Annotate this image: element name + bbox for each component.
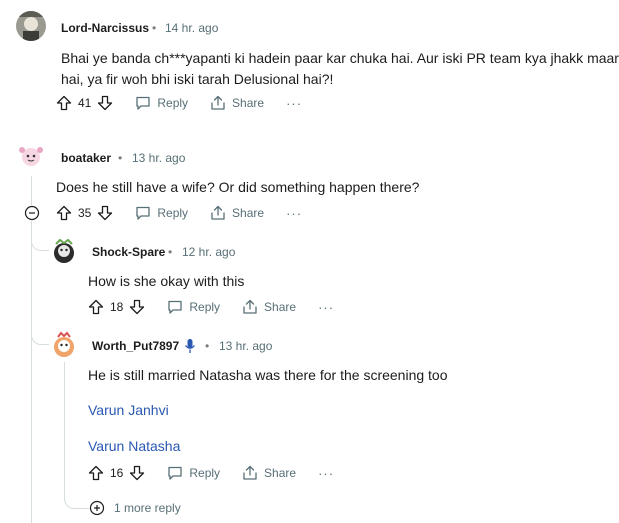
comment-actions: 41 Reply Share ··· — [56, 92, 302, 114]
upvote-icon[interactable] — [56, 95, 72, 111]
reply-button[interactable]: Reply — [135, 95, 188, 111]
more-options-button[interactable]: ··· — [318, 466, 334, 481]
more-replies-button[interactable]: 1 more reply — [89, 500, 181, 516]
separator: • — [152, 21, 157, 35]
reply-label: Reply — [157, 206, 189, 220]
comment-body: He is still married Natasha was there fo… — [88, 367, 448, 383]
reply-label: Reply — [157, 96, 189, 110]
more-options-button[interactable]: ··· — [318, 300, 334, 315]
avatar[interactable] — [49, 330, 79, 360]
upvote-icon[interactable] — [56, 205, 72, 221]
share-icon — [210, 205, 232, 221]
timestamp[interactable]: 12 hr. ago — [182, 245, 235, 259]
varun-janhvi-link[interactable]: Varun Janhvi — [88, 402, 169, 418]
vote-group: 16 — [88, 465, 145, 481]
username[interactable]: Worth_Put7897 — [92, 339, 179, 353]
reply-label: Reply — [189, 466, 221, 480]
vote-group: 35 — [56, 205, 113, 221]
more-replies-label: 1 more reply — [114, 501, 181, 515]
share-icon — [210, 95, 232, 111]
timestamp[interactable]: 13 hr. ago — [219, 339, 272, 353]
upvote-icon[interactable] — [88, 299, 104, 315]
comment-actions: 18 Reply Share ··· — [88, 296, 334, 318]
more-options-button[interactable]: ··· — [286, 96, 302, 111]
share-button[interactable]: Share — [210, 95, 264, 111]
plus-circle-icon — [89, 500, 105, 516]
avatar[interactable] — [16, 141, 46, 171]
reply-button[interactable]: Reply — [167, 299, 220, 315]
share-icon — [242, 299, 264, 315]
timestamp[interactable]: 13 hr. ago — [132, 151, 185, 165]
reply-icon — [167, 299, 189, 315]
share-label: Share — [264, 466, 297, 480]
share-label: Share — [232, 96, 265, 110]
reply-button[interactable]: Reply — [135, 205, 188, 221]
separator: • — [205, 339, 210, 353]
comment-body-line: Bhai ye banda ch***yapanti ki hadein paa… — [61, 50, 619, 66]
downvote-icon[interactable] — [129, 465, 145, 481]
thread-branch — [31, 250, 50, 345]
microphone-icon — [184, 338, 196, 359]
share-button[interactable]: Share — [242, 299, 296, 315]
username[interactable]: Shock-Spare — [92, 245, 165, 259]
comment-body: How is she okay with this — [88, 273, 245, 289]
share-button[interactable]: Share — [242, 465, 296, 481]
reply-icon — [135, 205, 157, 221]
collapse-thread-button[interactable] — [24, 205, 40, 221]
separator: • — [118, 151, 123, 165]
vote-count: 35 — [78, 206, 92, 220]
share-label: Share — [232, 206, 265, 220]
reply-icon — [135, 95, 157, 111]
separator: • — [168, 245, 173, 259]
share-label: Share — [264, 300, 297, 314]
vote-group: 18 — [88, 299, 145, 315]
vote-count: 41 — [78, 96, 92, 110]
vote-group: 41 — [56, 95, 113, 111]
varun-natasha-link[interactable]: Varun Natasha — [88, 438, 180, 454]
downvote-icon[interactable] — [129, 299, 145, 315]
comment-actions: 16 Reply Share ··· — [88, 462, 334, 484]
reply-icon — [167, 465, 189, 481]
more-options-button[interactable]: ··· — [286, 206, 302, 221]
downvote-icon[interactable] — [97, 205, 113, 221]
vote-count: 16 — [110, 466, 124, 480]
avatar[interactable] — [16, 11, 46, 41]
thread-branch — [64, 484, 89, 509]
upvote-icon[interactable] — [88, 465, 104, 481]
share-button[interactable]: Share — [210, 205, 264, 221]
comment-actions: 35 Reply Share ··· — [56, 202, 302, 224]
username[interactable]: Lord-Narcissus — [61, 21, 149, 35]
collapse-icon — [24, 205, 40, 221]
reply-label: Reply — [189, 300, 221, 314]
username[interactable]: boataker — [61, 151, 111, 165]
comment-body: Does he still have a wife? Or did someth… — [56, 179, 420, 195]
thread-line[interactable] — [64, 362, 65, 494]
reply-button[interactable]: Reply — [167, 465, 220, 481]
downvote-icon[interactable] — [97, 95, 113, 111]
timestamp[interactable]: 14 hr. ago — [165, 21, 218, 35]
comment-body-line: hai, ya fir woh bhi iski tarah Delusiona… — [61, 71, 334, 87]
vote-count: 18 — [110, 300, 124, 314]
thread-branch — [31, 222, 50, 251]
share-icon — [242, 465, 264, 481]
avatar[interactable] — [49, 236, 79, 266]
